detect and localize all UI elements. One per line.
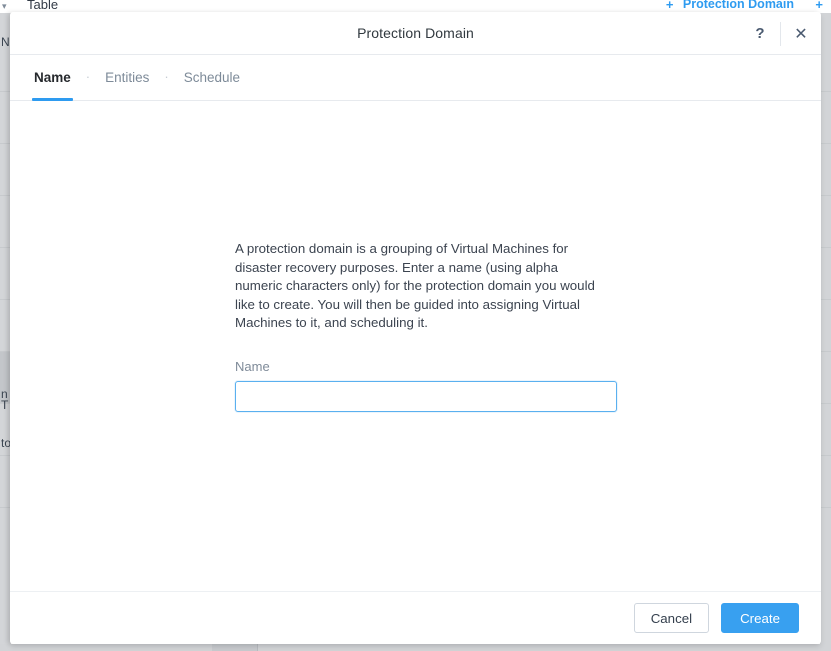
table-row-divider xyxy=(820,91,831,92)
tab-schedule-label: Schedule xyxy=(183,70,241,85)
question-mark-icon[interactable]: ? xyxy=(740,12,780,55)
tab-entities[interactable]: Entities xyxy=(103,55,151,100)
table-row-divider xyxy=(820,507,831,508)
background-footer-cell xyxy=(212,644,257,651)
background-add-protection-domain-label: Protection Domain xyxy=(682,0,794,11)
protection-domain-modal: Protection Domain ? ✕ Name · Entities · … xyxy=(10,12,821,644)
background-add-protection-domain-link[interactable]: + Protection Domain xyxy=(666,0,794,12)
modal-body: A protection domain is a grouping of Vir… xyxy=(10,101,821,591)
table-row-divider xyxy=(820,455,831,456)
tab-name[interactable]: Name xyxy=(32,55,73,101)
close-icon[interactable]: ✕ xyxy=(781,12,821,55)
chevron-down-icon[interactable]: ▾ xyxy=(2,2,7,11)
modal-header-actions: ? ✕ xyxy=(740,12,821,55)
table-cell-text: T xyxy=(1,398,9,412)
tab-entities-label: Entities xyxy=(105,70,150,85)
cancel-button[interactable]: Cancel xyxy=(633,603,710,633)
table-row-divider xyxy=(820,247,831,248)
background-table-right-edge xyxy=(820,13,831,644)
name-step-content: A protection domain is a grouping of Vir… xyxy=(235,240,627,412)
modal-footer: Cancel Create xyxy=(10,591,821,644)
modal-tabs: Name · Entities · Schedule xyxy=(10,55,821,101)
table-row-divider xyxy=(820,351,831,352)
modal-header: Protection Domain ? ✕ xyxy=(10,12,821,55)
intro-description: A protection domain is a grouping of Vir… xyxy=(235,241,595,331)
table-row-divider xyxy=(820,403,831,404)
background-footer-edge xyxy=(0,644,831,651)
tab-separator: · xyxy=(85,69,91,84)
background-footer-divider xyxy=(257,644,258,651)
table-row-divider xyxy=(820,195,831,196)
name-input[interactable] xyxy=(235,380,617,412)
table-row-divider xyxy=(820,299,831,300)
tab-separator: · xyxy=(164,69,169,84)
table-row-divider xyxy=(820,143,831,144)
plus-icon: + xyxy=(665,0,674,12)
tab-schedule[interactable]: Schedule xyxy=(182,55,242,100)
tab-name-label: Name xyxy=(34,70,71,85)
page-title: Protection Domain xyxy=(357,25,474,41)
table-cell-text: N xyxy=(1,35,10,49)
name-field-label: Name xyxy=(235,358,270,374)
plus-icon[interactable]: + xyxy=(815,0,823,12)
background-view-label[interactable]: Table xyxy=(27,0,58,12)
create-button[interactable]: Create xyxy=(721,603,799,633)
